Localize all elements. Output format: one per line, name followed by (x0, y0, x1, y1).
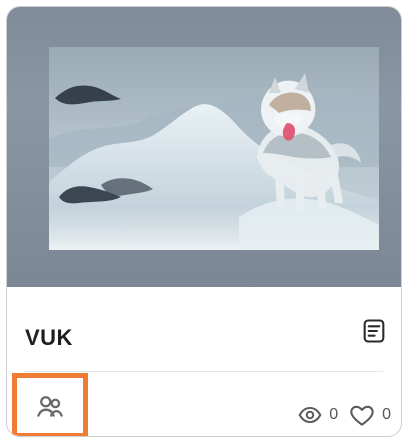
snow-mountain-husky-illustration (49, 47, 379, 250)
heart-icon[interactable] (348, 401, 376, 429)
card-media[interactable] (7, 7, 401, 287)
document-button[interactable] (357, 314, 391, 348)
views-count: 0 (329, 406, 339, 423)
card-title: VUK (25, 325, 73, 350)
likes-count: 0 (382, 406, 391, 423)
views-stat: 0 (297, 402, 338, 428)
likes-stat[interactable]: 0 (348, 401, 391, 429)
card-divider (25, 371, 383, 372)
husky-artwork-image (49, 47, 379, 250)
card-stats: 0 0 (297, 401, 391, 429)
document-icon (360, 317, 388, 345)
eye-icon (297, 402, 323, 428)
project-card: VUK 0 0 (6, 6, 402, 437)
users-icon (33, 389, 67, 423)
owner-button-highlight[interactable] (12, 373, 88, 436)
